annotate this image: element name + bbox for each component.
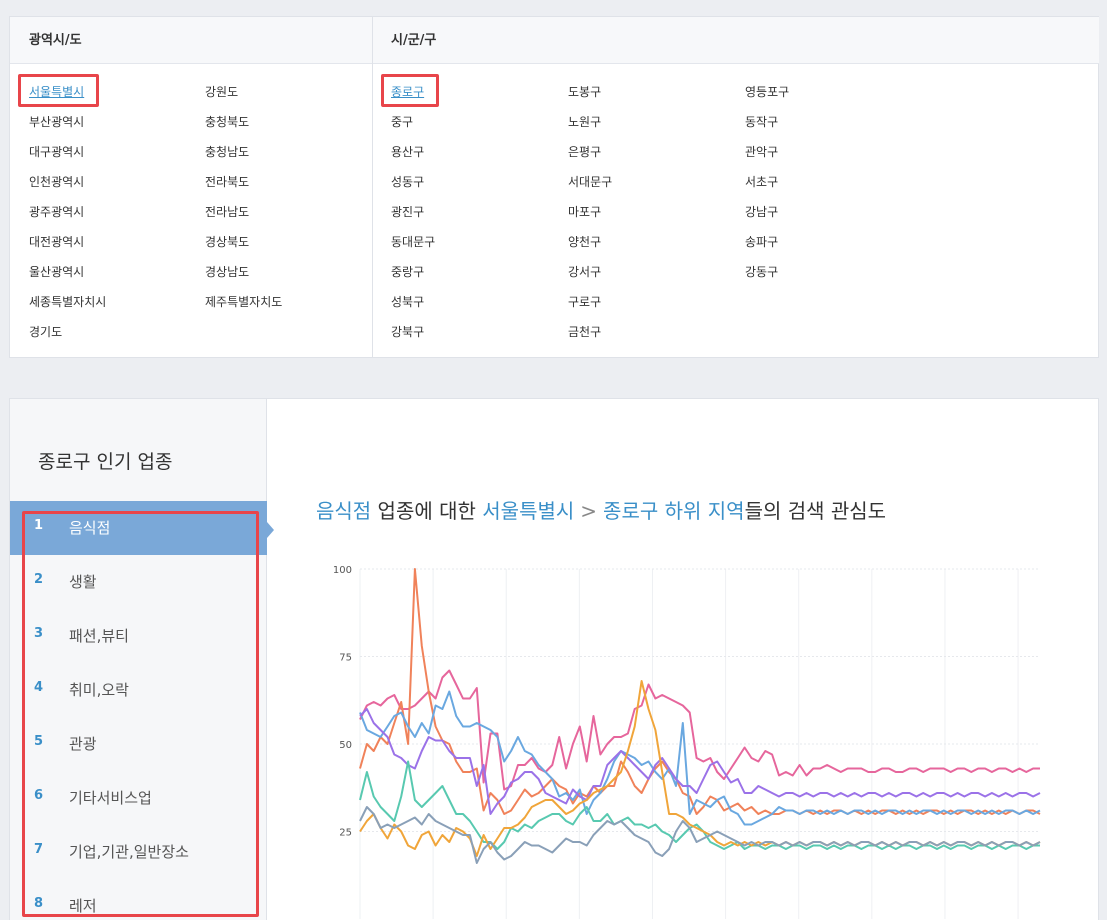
province-item[interactable]: 경상남도 [205, 263, 249, 280]
district-header: 시/군/구 [373, 17, 1099, 64]
region-selector-panel: 광역시/도 서울특별시 부산광역시 대구광역시 인천광역시 광주광역시 대전광역시 울산광역… [9, 16, 1099, 358]
province-item[interactable]: 충청남도 [205, 143, 249, 160]
headline-district[interactable]: 종로구 하위 지역 [603, 499, 745, 523]
district-item[interactable]: 관악구 [745, 143, 778, 160]
district-item[interactable]: 동작구 [745, 113, 778, 130]
popular-title: 종로구 인기 업종 [38, 451, 173, 473]
chevron-right-icon: > [580, 499, 598, 523]
district-item[interactable]: 서대문구 [568, 173, 612, 190]
province-column: 광역시/도 서울특별시 부산광역시 대구광역시 인천광역시 광주광역시 대전광역시 울산광역… [10, 17, 373, 357]
popular-sidebar: 종로구 인기 업종 1 음식점 2 생활 3 패션,뷰티 4 취미,오락 5 관광 6 기타서비스업 7… [10, 399, 267, 920]
category-list-highlight-box [22, 511, 259, 917]
province-item[interactable]: 부산광역시 [29, 113, 84, 130]
province-item[interactable]: 충청북도 [205, 113, 249, 130]
district-item[interactable]: 구로구 [568, 293, 601, 310]
district-item[interactable]: 강남구 [745, 203, 778, 220]
chart-headline: 음식점 업종에 대한 서울특별시 > 종로구 하위 지역들의 검색 관심도 [316, 495, 886, 524]
district-item[interactable]: 성북구 [391, 293, 424, 310]
province-item[interactable]: 대전광역시 [29, 233, 84, 250]
y-tick-label: 75 [339, 653, 352, 664]
headline-text-1: 업종에 대한 [371, 499, 483, 523]
district-item[interactable]: 서초구 [745, 173, 778, 190]
district-item[interactable]: 강서구 [568, 263, 601, 280]
province-item[interactable]: 인천광역시 [29, 173, 84, 190]
province-header: 광역시/도 [10, 17, 372, 64]
province-item[interactable]: 전라남도 [205, 203, 249, 220]
province-item[interactable]: 울산광역시 [29, 263, 84, 280]
province-item[interactable]: 광주광역시 [29, 203, 84, 220]
district-item[interactable]: 마포구 [568, 203, 601, 220]
province-item[interactable]: 경기도 [29, 323, 62, 340]
popular-category-panel: 종로구 인기 업종 1 음식점 2 생활 3 패션,뷰티 4 취미,오락 5 관광 6 기타서비스업 7… [9, 398, 1099, 920]
district-item[interactable]: 중구 [391, 113, 413, 130]
province-item[interactable]: 대구광역시 [29, 143, 84, 160]
district-item[interactable]: 송파구 [745, 233, 778, 250]
district-item[interactable]: 노원구 [568, 113, 601, 130]
province-item[interactable]: 세종특별자치시 [29, 293, 106, 310]
district-item[interactable]: 강동구 [745, 263, 778, 280]
headline-region[interactable]: 서울특별시 [482, 499, 574, 523]
district-item[interactable]: 은평구 [568, 143, 601, 160]
district-item[interactable]: 금천구 [568, 323, 601, 340]
district-item[interactable]: 중랑구 [391, 263, 424, 280]
search-interest-chart: 100 75 50 25 [333, 565, 1041, 919]
district-item[interactable]: 광진구 [391, 203, 424, 220]
province-item[interactable]: 경상북도 [205, 233, 249, 250]
y-tick-label: 50 [339, 740, 352, 751]
district-highlight-box [381, 74, 439, 107]
district-item[interactable]: 동대문구 [391, 233, 435, 250]
series-line-2[interactable] [359, 568, 1041, 815]
headline-category[interactable]: 음식점 [316, 499, 371, 523]
province-item[interactable]: 전라북도 [205, 173, 249, 190]
district-item[interactable]: 성동구 [391, 173, 424, 190]
series-line-7[interactable] [359, 806, 1041, 864]
district-column: 시/군/구 종로구 중구 용산구 성동구 광진구 동대문구 중랑구 성북구 강북구 도봉구 노원구 은… [373, 17, 1099, 357]
province-highlight-box [18, 74, 99, 107]
province-item[interactable]: 강원도 [205, 83, 238, 100]
district-item[interactable]: 강북구 [391, 323, 424, 340]
district-item[interactable]: 양천구 [568, 233, 601, 250]
district-item[interactable]: 도봉구 [568, 83, 601, 100]
province-item[interactable]: 제주특별자치도 [205, 293, 282, 310]
y-tick-label: 100 [333, 565, 352, 576]
district-item[interactable]: 영등포구 [745, 83, 789, 100]
district-item[interactable]: 용산구 [391, 143, 424, 160]
series-line-5[interactable] [359, 760, 1040, 850]
active-arrow-icon [267, 522, 274, 538]
headline-text-2: 들의 검색 관심도 [744, 499, 887, 523]
y-tick-label: 25 [339, 828, 352, 839]
